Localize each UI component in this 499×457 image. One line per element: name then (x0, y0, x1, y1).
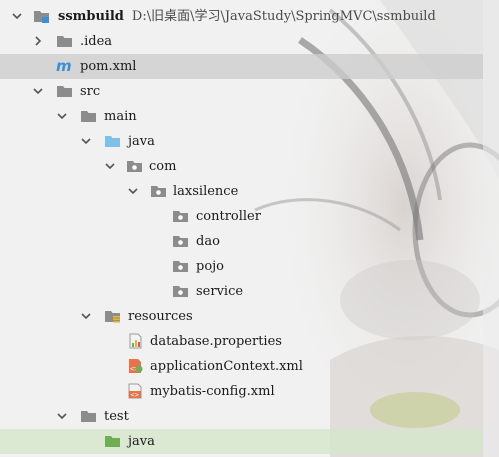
tree-row-laxsilence[interactable]: laxsilence (0, 179, 483, 204)
source-folder-icon (104, 133, 121, 149)
tree-label: mybatis-config.xml (150, 384, 275, 399)
tree-label: src (80, 84, 101, 99)
tree-row-controller[interactable]: controller (0, 204, 483, 229)
scrollbar-track[interactable] (483, 0, 499, 457)
tree-label: java (128, 134, 155, 149)
folder-icon (56, 83, 73, 99)
properties-file-icon (127, 333, 144, 349)
tree-row-service[interactable]: service (0, 279, 483, 304)
tree-label: main (104, 109, 137, 124)
tree-row-application-context-xml[interactable]: <> applicationContext.xml (0, 354, 483, 379)
tree-label: database.properties (150, 334, 282, 349)
tree-row-idea[interactable]: .idea (0, 29, 483, 54)
tree-label: controller (196, 209, 261, 224)
chevron-down-icon[interactable] (11, 10, 23, 22)
tree-label: java (128, 434, 155, 449)
package-icon (172, 233, 189, 249)
svg-text:<>: <> (131, 391, 139, 399)
tree-row-ssmbuild[interactable]: ssmbuild D:\旧桌面\学习\JavaStudy\SpringMVC\ss… (0, 4, 483, 29)
tree-label: laxsilence (173, 184, 239, 199)
folder-icon (56, 33, 73, 49)
xml-file-icon: <> (127, 383, 144, 399)
package-icon (150, 183, 167, 199)
tree-label: service (196, 284, 244, 299)
tree-row-src[interactable]: src (0, 79, 483, 104)
package-icon (172, 258, 189, 274)
chevron-down-icon[interactable] (80, 310, 92, 322)
tree-row-main[interactable]: main (0, 104, 483, 129)
tree-row-test[interactable]: test (0, 404, 483, 429)
chevron-down-icon[interactable] (56, 410, 68, 422)
spring-xml-icon: <> (127, 358, 144, 374)
module-folder-icon (33, 8, 50, 24)
tree-label: test (104, 409, 129, 424)
tree-label: pom.xml (80, 59, 137, 74)
tree-label: com (149, 159, 177, 174)
chevron-down-icon[interactable] (104, 160, 116, 172)
package-icon (126, 158, 143, 174)
tree-label: applicationContext.xml (150, 359, 303, 374)
tree-row-java-test[interactable]: java (0, 429, 483, 454)
folder-icon (80, 108, 97, 124)
package-icon (172, 283, 189, 299)
tree-label: resources (128, 309, 193, 324)
svg-text:m: m (56, 58, 72, 74)
module-path: D:\旧桌面\学习\JavaStudy\SpringMVC\ssmbuild (131, 9, 436, 24)
tree-row-java-source[interactable]: java (0, 129, 483, 154)
package-icon (172, 208, 189, 224)
tree-row-dao[interactable]: dao (0, 229, 483, 254)
test-source-folder-icon (104, 433, 121, 449)
tree-row-mybatis-config-xml[interactable]: <> mybatis-config.xml (0, 379, 483, 404)
chevron-down-icon[interactable] (127, 185, 139, 197)
tree-label: ssmbuild D:\旧桌面\学习\JavaStudy\SpringMVC\ss… (58, 9, 436, 24)
folder-icon (80, 408, 97, 424)
tree-row-pojo[interactable]: pojo (0, 254, 483, 279)
resources-folder-icon (104, 308, 121, 324)
tree-row-com[interactable]: com (0, 154, 483, 179)
tree-label: .idea (80, 34, 113, 49)
tree-row-resources[interactable]: resources (0, 304, 483, 329)
tree-label: dao (196, 234, 220, 249)
tree-label: pojo (196, 259, 225, 274)
maven-icon: m (56, 57, 73, 75)
chevron-down-icon[interactable] (56, 110, 68, 122)
tree-row-database-properties[interactable]: database.properties (0, 329, 483, 354)
chevron-down-icon[interactable] (80, 135, 92, 147)
chevron-right-icon[interactable] (32, 35, 44, 47)
chevron-down-icon[interactable] (32, 85, 44, 97)
tree-row-pom-xml[interactable]: m pom.xml (0, 54, 483, 79)
